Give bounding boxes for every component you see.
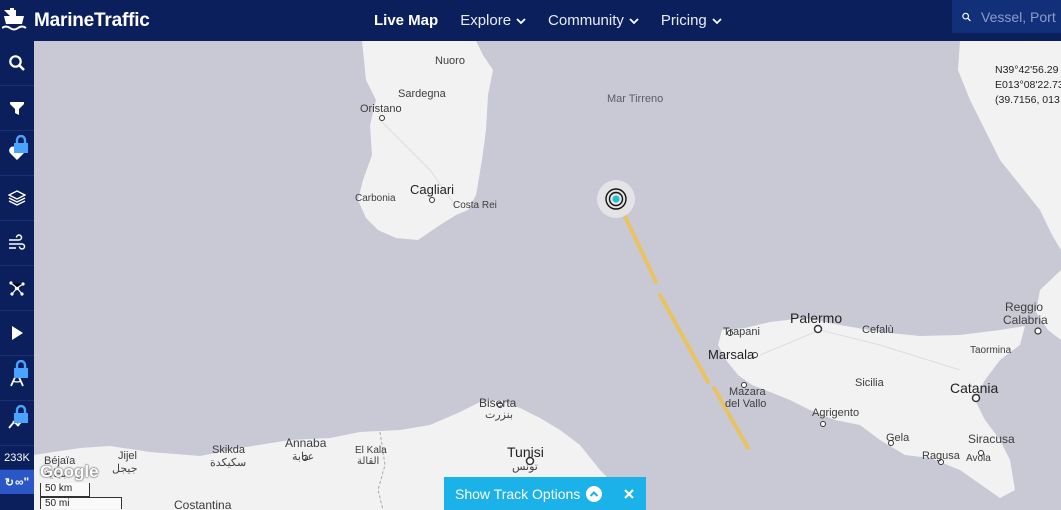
search-input[interactable] bbox=[981, 8, 1061, 25]
place-label: Costantina bbox=[174, 498, 232, 510]
chevron-up-circle-icon bbox=[586, 485, 603, 502]
place-label: Siracusa bbox=[968, 432, 1015, 446]
place-label: Jijel bbox=[118, 450, 137, 462]
google-logo[interactable]: Google bbox=[40, 462, 99, 482]
brand-name: MarineTraffic bbox=[34, 9, 150, 31]
nav-label: Explore bbox=[460, 12, 512, 29]
lock-icon bbox=[14, 360, 28, 378]
layers-icon bbox=[8, 190, 26, 206]
chevron-down-icon bbox=[629, 17, 639, 24]
marinetraffic-logo[interactable]: MarineTraffic bbox=[0, 0, 150, 41]
map-scale: 50 km 50 mi bbox=[40, 483, 122, 509]
ship-logo-icon bbox=[2, 7, 27, 30]
place-label: Skikda bbox=[212, 444, 246, 456]
tool-analytics[interactable] bbox=[0, 401, 34, 446]
place-label: Nuoro bbox=[435, 55, 465, 67]
place-label: القالة bbox=[357, 456, 380, 467]
nav-label: Live Map bbox=[374, 12, 439, 29]
tool-measure[interactable] bbox=[0, 356, 34, 401]
close-icon[interactable] bbox=[624, 488, 634, 499]
place-label: سكيكدة bbox=[210, 457, 247, 469]
place-label: Gela bbox=[886, 432, 910, 444]
map-tools-sidebar: 233K ↻ ∞" bbox=[0, 41, 34, 510]
tool-favorites[interactable] bbox=[0, 131, 34, 176]
search-icon bbox=[9, 55, 25, 71]
nav-explore[interactable]: Explore bbox=[460, 12, 526, 29]
nav-community[interactable]: Community bbox=[548, 12, 639, 29]
nav-live-map[interactable]: Live Map bbox=[374, 12, 438, 29]
place-label: عنابة bbox=[292, 451, 315, 463]
nav-label: Community bbox=[548, 12, 624, 29]
sea-label: Mar Tirreno bbox=[607, 93, 664, 105]
place-label: Cagliari bbox=[410, 182, 455, 197]
place-label: Catania bbox=[950, 380, 999, 396]
place-label: Taormina bbox=[970, 345, 1012, 356]
place-label: جيجل bbox=[112, 463, 138, 475]
place-label: Tunisi bbox=[507, 444, 544, 460]
place-label: Avola bbox=[966, 453, 991, 464]
place-label: Carbonia bbox=[355, 193, 396, 204]
vessel-marker bbox=[612, 195, 620, 203]
place-label: del Vallo bbox=[725, 398, 767, 410]
tool-filter[interactable] bbox=[0, 86, 34, 131]
place-label: Annaba bbox=[285, 436, 327, 450]
place-label: Ragusa bbox=[922, 450, 960, 462]
tool-layers[interactable] bbox=[0, 176, 34, 221]
refresh-icon: ↻ bbox=[4, 476, 14, 489]
place-label: Trapani bbox=[723, 326, 760, 338]
chevron-down-icon bbox=[712, 17, 722, 24]
place-label: Agrigento bbox=[812, 407, 860, 419]
place-label: Costa Rei bbox=[453, 200, 497, 211]
coord-lat: N39°42'56.29 bbox=[995, 64, 1059, 76]
nav-label: Pricing bbox=[660, 12, 707, 29]
place-label: تونس bbox=[512, 461, 538, 473]
place-label: Calabria bbox=[1003, 313, 1048, 327]
place-label: Mazara bbox=[729, 386, 766, 398]
place-label: Sardegna bbox=[398, 88, 446, 100]
show-track-options-button[interactable]: Show Track Options bbox=[444, 477, 646, 510]
cursor-coordinates: N39°42'56.29 E013°08'22.73 (39.7156, 013 bbox=[995, 63, 1061, 108]
track-options-label: Show Track Options bbox=[455, 485, 581, 502]
coord-decimal: (39.7156, 013 bbox=[995, 94, 1060, 106]
place-label: Sicilia bbox=[855, 377, 884, 389]
scale-km: 50 km bbox=[40, 483, 90, 497]
place-label: Marsala bbox=[708, 347, 755, 362]
scale-mi: 50 mi bbox=[40, 497, 122, 509]
coord-lon: E013°08'22.73 bbox=[995, 79, 1061, 91]
tool-search[interactable] bbox=[0, 41, 34, 86]
place-label: El Kala bbox=[355, 445, 387, 456]
wind-icon bbox=[9, 234, 26, 250]
place-label: Reggio bbox=[1005, 300, 1044, 314]
nav-pricing[interactable]: Pricing bbox=[661, 12, 722, 29]
tool-loop[interactable]: ↻ ∞" bbox=[0, 470, 34, 494]
place-label: Palermo bbox=[790, 310, 843, 326]
tool-playback[interactable] bbox=[0, 311, 34, 356]
tool-weather[interactable] bbox=[0, 221, 34, 266]
search-box[interactable] bbox=[952, 0, 1061, 33]
loop-label: ∞" bbox=[14, 475, 30, 489]
place-label: Cefalù bbox=[862, 324, 894, 336]
place-label: Oristano bbox=[360, 103, 402, 115]
main-nav: Live Map Explore Community Pricing bbox=[374, 0, 744, 41]
lock-icon bbox=[14, 135, 28, 153]
chevron-down-icon bbox=[516, 17, 526, 24]
play-icon bbox=[12, 326, 23, 340]
search-icon bbox=[962, 12, 971, 21]
filter-icon bbox=[10, 102, 24, 115]
network-icon bbox=[9, 281, 25, 296]
tool-network[interactable] bbox=[0, 266, 34, 311]
vessel-count: 233K bbox=[0, 446, 34, 470]
place-label: بنزرت bbox=[485, 409, 514, 421]
top-navigation-bar: MarineTraffic Live Map Explore Community… bbox=[0, 0, 1061, 41]
lock-icon bbox=[14, 405, 28, 423]
